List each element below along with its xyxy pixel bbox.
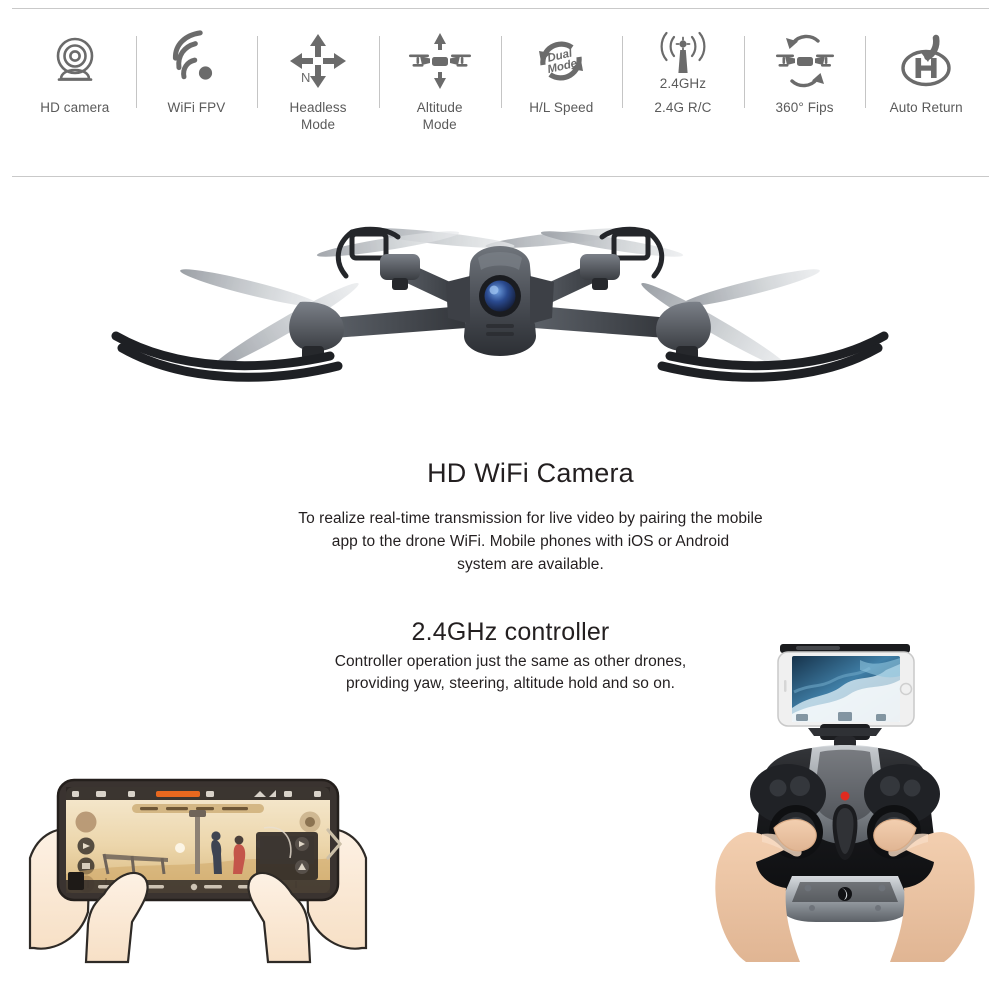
feature-24g-rc: 2.4GHz 2.4G R/C bbox=[622, 30, 744, 116]
feature-label: Headless Mode bbox=[289, 100, 347, 132]
hd-camera-icon bbox=[47, 30, 103, 92]
feature-auto-return: Auto Return bbox=[865, 30, 987, 116]
phone-fpv-illustration bbox=[28, 762, 368, 964]
feature-360-flips: 360° Fips bbox=[743, 30, 866, 116]
feature-subtext: 2.4GHz bbox=[659, 76, 707, 91]
camera-desc-line: To realize real-time transmission for li… bbox=[298, 510, 763, 527]
feature-hl-speed: Dual Mode H/L Speed bbox=[500, 30, 623, 116]
four-way-arrow-icon: N bbox=[287, 30, 349, 92]
feature-strip-divider bbox=[12, 176, 989, 177]
helipad-return-icon bbox=[894, 30, 958, 92]
controller-product-image bbox=[700, 636, 990, 966]
page-title-camera: HD WiFi Camera bbox=[427, 458, 634, 488]
top-divider bbox=[12, 8, 989, 9]
altitude-drone-icon bbox=[403, 30, 477, 92]
feature-label: 360° Fips bbox=[775, 100, 834, 115]
feature-label: WiFi FPV bbox=[167, 100, 226, 115]
feature-label: Altitude Mode bbox=[416, 100, 463, 132]
feature-altitude-mode: Altitude Mode bbox=[378, 30, 501, 133]
dual-mode-loop-icon: Dual Mode bbox=[531, 30, 591, 92]
headless-north-badge: N bbox=[301, 70, 310, 85]
feature-strip: HD camera WiFi FPV N Headless Mode Altit… bbox=[0, 30, 1001, 160]
camera-desc-line: app to the drone WiFi. Mobile phones wit… bbox=[331, 533, 730, 550]
feature-label: H/L Speed bbox=[529, 100, 594, 115]
feature-hd-camera: HD camera bbox=[14, 30, 136, 116]
feature-label: Auto Return bbox=[889, 100, 963, 115]
feature-label: HD camera bbox=[40, 100, 110, 115]
flip-rotation-icon bbox=[768, 30, 842, 92]
feature-headless-mode: N Headless Mode bbox=[257, 30, 379, 133]
wifi-signal-icon bbox=[167, 30, 225, 92]
camera-description: To realize real-time transmission for li… bbox=[0, 507, 1001, 576]
drone-product-image bbox=[0, 196, 1001, 426]
camera-desc-line: system are available. bbox=[457, 556, 604, 573]
camera-section: HD WiFi Camera To realize real-time tran… bbox=[0, 458, 1001, 576]
antenna-signal-icon: 2.4GHz bbox=[648, 30, 718, 92]
feature-wifi-fpv: WiFi FPV bbox=[135, 30, 258, 116]
feature-label: 2.4G R/C bbox=[654, 100, 712, 115]
